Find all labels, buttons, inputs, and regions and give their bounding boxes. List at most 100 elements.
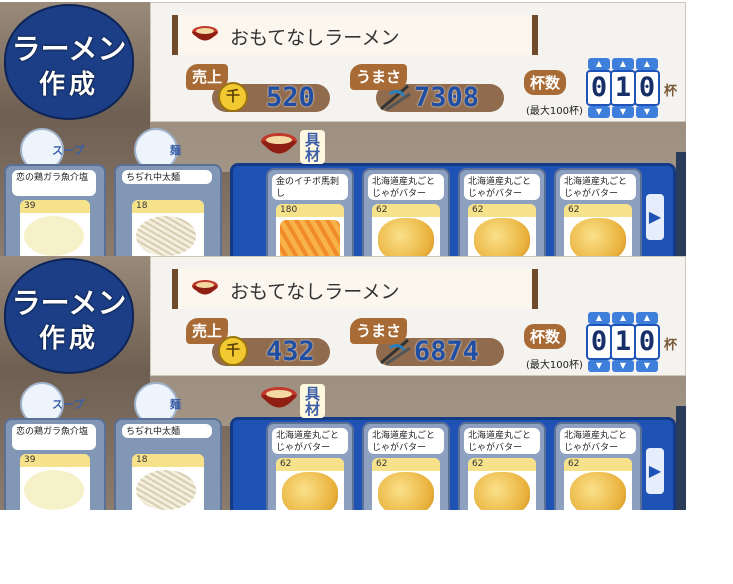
topping-score-value: 62: [568, 205, 580, 215]
potato-topping-image: [378, 218, 434, 256]
topping-score: 62: [564, 204, 632, 217]
topping-card[interactable]: 金のイチボ馬刺し 180: [266, 168, 354, 256]
potato-topping-image: [474, 472, 530, 510]
topping-card-name: 北海道産丸ごとじゃがバター: [272, 428, 348, 454]
soup-category-label: スープ: [52, 398, 85, 411]
cups-unit: 杯: [664, 84, 678, 99]
cups-digit-up-button[interactable]: ▲: [612, 58, 634, 70]
soup-card-name: 恋の鶏ガラ魚介塩: [12, 424, 96, 450]
soup-card[interactable]: 恋の鶏ガラ魚介塩 39: [4, 164, 106, 256]
title-badge: ラーメン 作成: [4, 4, 134, 120]
recipe-name-scroll: おもてなしラーメン: [172, 15, 538, 55]
topping-score-value: 62: [376, 459, 388, 469]
cups-digit-down-button[interactable]: ▼: [612, 360, 634, 372]
soup-card-image: 39: [20, 200, 90, 256]
noodle-card[interactable]: ちぢれ中太麺 18: [114, 164, 222, 256]
noodle-image: [136, 470, 196, 510]
topping-card[interactable]: 北海道産丸ごとじゃがバター 62: [362, 422, 450, 510]
sales-value: 432: [266, 336, 315, 367]
topping-score: 62: [372, 204, 440, 217]
cups-max-label: (最大100杯): [526, 360, 583, 371]
topping-score: 62: [276, 458, 344, 471]
coin-icon: 千: [218, 336, 248, 366]
topping-card-image: 62: [372, 458, 440, 510]
cups-digit-up-button[interactable]: ▲: [588, 312, 610, 324]
cups-digit-hundreds: 0: [586, 324, 612, 360]
cups-digit-down-button[interactable]: ▼: [636, 360, 658, 372]
topping-card-image: 62: [468, 458, 536, 510]
noodle-category-label: 麺: [170, 398, 181, 411]
chopsticks-icon: [380, 338, 411, 366]
topping-score: 180: [276, 204, 344, 217]
topping-card[interactable]: 北海道産丸ごとじゃがバター 62: [362, 168, 450, 256]
potato-topping-image: [474, 218, 530, 256]
cups-digit-up-button[interactable]: ▲: [612, 312, 634, 324]
cups-digit-up-button[interactable]: ▲: [588, 58, 610, 70]
badge-title-line2: 作成: [38, 324, 99, 354]
topping-card-image: 62: [276, 458, 344, 510]
soup-score-value: 39: [24, 455, 36, 465]
cups-unit: 杯: [664, 338, 678, 353]
cups-digit-up-button[interactable]: ▲: [636, 58, 658, 70]
potato-topping-image: [570, 472, 626, 510]
next-page-arrow[interactable]: ▶: [646, 448, 664, 494]
topping-score-value: 180: [280, 205, 298, 215]
noodle-card-name: ちぢれ中太麺: [122, 170, 212, 184]
topping-card-image: 62: [468, 204, 536, 256]
ramen-bowl-icon: [192, 280, 218, 295]
topping-card-name: 北海道産丸ごとじゃがバター: [464, 428, 540, 454]
ramen-panel-2: ラーメン 作成 おもてなしラーメン 売上 千 432 うまさ 6874 杯数 (…: [0, 256, 686, 510]
topping-card[interactable]: 北海道産丸ごとじゃがバター 62: [266, 422, 354, 510]
cups-digit-down-button[interactable]: ▼: [612, 106, 634, 118]
topping-card-name: 北海道産丸ごとじゃがバター: [464, 174, 540, 200]
noodle-score: 18: [132, 454, 204, 467]
next-page-arrow[interactable]: ▶: [646, 194, 664, 240]
cups-label: 杯数: [524, 324, 567, 349]
cups-digit-tens: 1: [610, 70, 636, 106]
cups-digit-down-button[interactable]: ▼: [588, 106, 610, 118]
topping-card[interactable]: 北海道産丸ごとじゃがバター 62: [554, 168, 642, 256]
topping-card-name: 北海道産丸ごとじゃがバター: [560, 428, 636, 454]
soup-card[interactable]: 恋の鶏ガラ魚介塩 39: [4, 418, 106, 510]
topping-card-image: 62: [564, 204, 632, 256]
broth-image: [24, 216, 84, 256]
noodle-card[interactable]: ちぢれ中太麺 18: [114, 418, 222, 510]
topping-score-value: 62: [568, 459, 580, 469]
taste-value: 6874: [414, 336, 480, 367]
fried-topping-image: [280, 220, 340, 256]
topping-card-image: 62: [564, 458, 632, 510]
potato-topping-image: [378, 472, 434, 510]
badge-title-line2: 作成: [38, 70, 99, 100]
right-edge: [676, 152, 686, 256]
chopsticks-icon: [380, 84, 411, 112]
cups-digit-down-button[interactable]: ▼: [636, 106, 658, 118]
noodle-card-image: 18: [132, 454, 204, 510]
topping-card[interactable]: 北海道産丸ごとじゃがバター 62: [458, 422, 546, 510]
topping-card[interactable]: 北海道産丸ごとじゃがバター 62: [458, 168, 546, 256]
soup-category-label: スープ: [52, 144, 85, 157]
title-badge: ラーメン 作成: [4, 258, 134, 374]
badge-title-line1: ラーメン: [11, 286, 127, 320]
recipe-name: おもてなしラーメン: [230, 27, 400, 49]
cups-digit-up-button[interactable]: ▲: [636, 312, 658, 324]
cups-digit-tens: 1: [610, 324, 636, 360]
topping-card[interactable]: 北海道産丸ごとじゃがバター 62: [554, 422, 642, 510]
soup-card-name: 恋の鶏ガラ魚介塩: [12, 170, 96, 196]
recipe-name: おもてなしラーメン: [230, 281, 400, 303]
soup-card-image: 39: [20, 454, 90, 510]
topping-score-value: 62: [376, 205, 388, 215]
cups-digit-down-button[interactable]: ▼: [588, 360, 610, 372]
cups-max-label: (最大100杯): [526, 106, 583, 117]
ramen-bowl-icon: [192, 26, 218, 41]
cups-digit-hundreds: 0: [586, 70, 612, 106]
recipe-name-scroll: おもてなしラーメン: [172, 269, 538, 309]
cups-digit-ones: 0: [634, 324, 660, 360]
topping-card-name: 金のイチボ馬刺し: [272, 174, 348, 200]
broth-image: [24, 470, 84, 510]
topping-bowl-icon: [261, 133, 297, 154]
topping-score-value: 62: [472, 205, 484, 215]
noodle-score: 18: [132, 200, 204, 213]
cups-digit-ones: 0: [634, 70, 660, 106]
soup-score-value: 39: [24, 201, 36, 211]
cups-label: 杯数: [524, 70, 567, 95]
